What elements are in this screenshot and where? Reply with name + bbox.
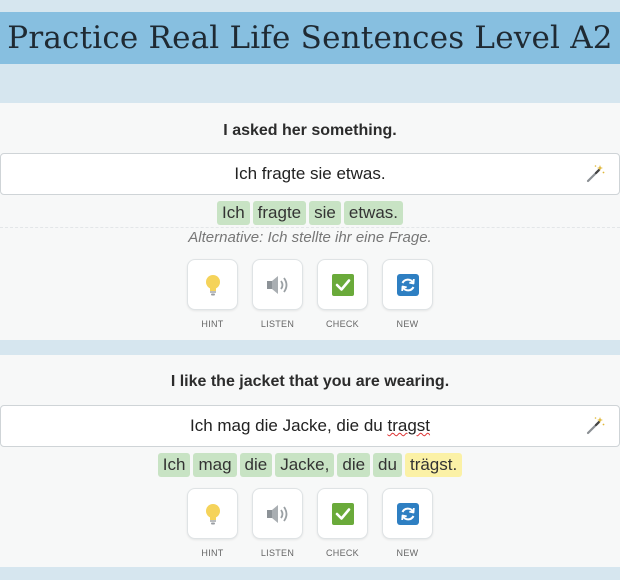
exercise-card-1: I asked her something. Ich fragte sie et… bbox=[0, 103, 620, 340]
word-token: die bbox=[239, 453, 273, 477]
word-token-warning: trägst. bbox=[404, 453, 463, 477]
exercise-card-2: I like the jacket that you are wearing. … bbox=[0, 355, 620, 567]
check-action: CHECK bbox=[317, 488, 368, 558]
listen-button[interactable] bbox=[252, 488, 303, 539]
new-label: NEW bbox=[396, 548, 419, 558]
action-bar: HINT LISTEN CHECK NEW bbox=[0, 259, 620, 329]
new-button[interactable] bbox=[382, 488, 433, 539]
check-label: CHECK bbox=[325, 319, 359, 329]
alternative-text: Alternative: Ich stellte ihr eine Frage. bbox=[188, 229, 432, 246]
new-label: NEW bbox=[396, 319, 419, 329]
hint-label: HINT bbox=[201, 319, 224, 329]
hint-button[interactable] bbox=[187, 259, 238, 310]
word-token: mag bbox=[193, 453, 237, 477]
word-token: die bbox=[337, 453, 371, 477]
divider bbox=[0, 227, 620, 228]
hint-label: HINT bbox=[201, 548, 224, 558]
page-title: Practice Real Life Sentences Level A2 bbox=[7, 20, 613, 56]
english-prompt: I asked her something. bbox=[223, 122, 397, 139]
check-action: CHECK bbox=[317, 259, 368, 329]
magic-wand-icon[interactable] bbox=[585, 164, 605, 184]
answer-input[interactable]: Ich mag die Jacke, die du tragst bbox=[0, 405, 620, 447]
word-token: etwas. bbox=[343, 201, 404, 225]
hint-action: HINT bbox=[187, 259, 238, 329]
refresh-icon bbox=[396, 502, 419, 525]
listen-action: LISTEN bbox=[252, 259, 303, 329]
page-bottom-strip bbox=[0, 572, 620, 580]
checkmark-icon bbox=[331, 502, 354, 525]
page-header: Practice Real Life Sentences Level A2 bbox=[0, 12, 620, 64]
listen-action: LISTEN bbox=[252, 488, 303, 558]
refresh-icon bbox=[396, 273, 419, 296]
action-bar: HINT LISTEN CHECK NEW bbox=[0, 488, 620, 558]
english-prompt: I like the jacket that you are wearing. bbox=[170, 373, 450, 390]
answer-text: Ich mag die Jacke, die du bbox=[189, 416, 388, 435]
word-token: du bbox=[373, 453, 402, 477]
word-token: Ich bbox=[216, 201, 250, 225]
check-label: CHECK bbox=[325, 548, 359, 558]
new-action: NEW bbox=[382, 259, 433, 329]
word-token: Ich bbox=[157, 453, 191, 477]
speaker-icon bbox=[266, 504, 287, 523]
misspelled-word: tragst bbox=[387, 416, 431, 435]
word-token: fragte bbox=[252, 201, 307, 225]
hint-button[interactable] bbox=[187, 488, 238, 539]
answer-text: Ich fragte sie etwas. bbox=[234, 164, 386, 183]
check-button[interactable] bbox=[317, 259, 368, 310]
word-token: Jacke, bbox=[275, 453, 335, 477]
listen-button[interactable] bbox=[252, 259, 303, 310]
answer-input[interactable]: Ich fragte sie etwas. bbox=[0, 153, 620, 195]
new-action: NEW bbox=[382, 488, 433, 558]
new-button[interactable] bbox=[382, 259, 433, 310]
speaker-icon bbox=[266, 275, 287, 294]
magic-wand-icon[interactable] bbox=[585, 416, 605, 436]
word-token: sie bbox=[309, 201, 341, 225]
check-button[interactable] bbox=[317, 488, 368, 539]
token-list: Ich mag die Jacke, die du trägst. bbox=[0, 453, 620, 477]
lightbulb-icon bbox=[205, 274, 220, 295]
hint-action: HINT bbox=[187, 488, 238, 558]
listen-label: LISTEN bbox=[260, 548, 295, 558]
listen-label: LISTEN bbox=[260, 319, 295, 329]
lightbulb-icon bbox=[205, 503, 220, 524]
token-list: Ich fragte sie etwas. bbox=[0, 201, 620, 225]
checkmark-icon bbox=[331, 273, 354, 296]
